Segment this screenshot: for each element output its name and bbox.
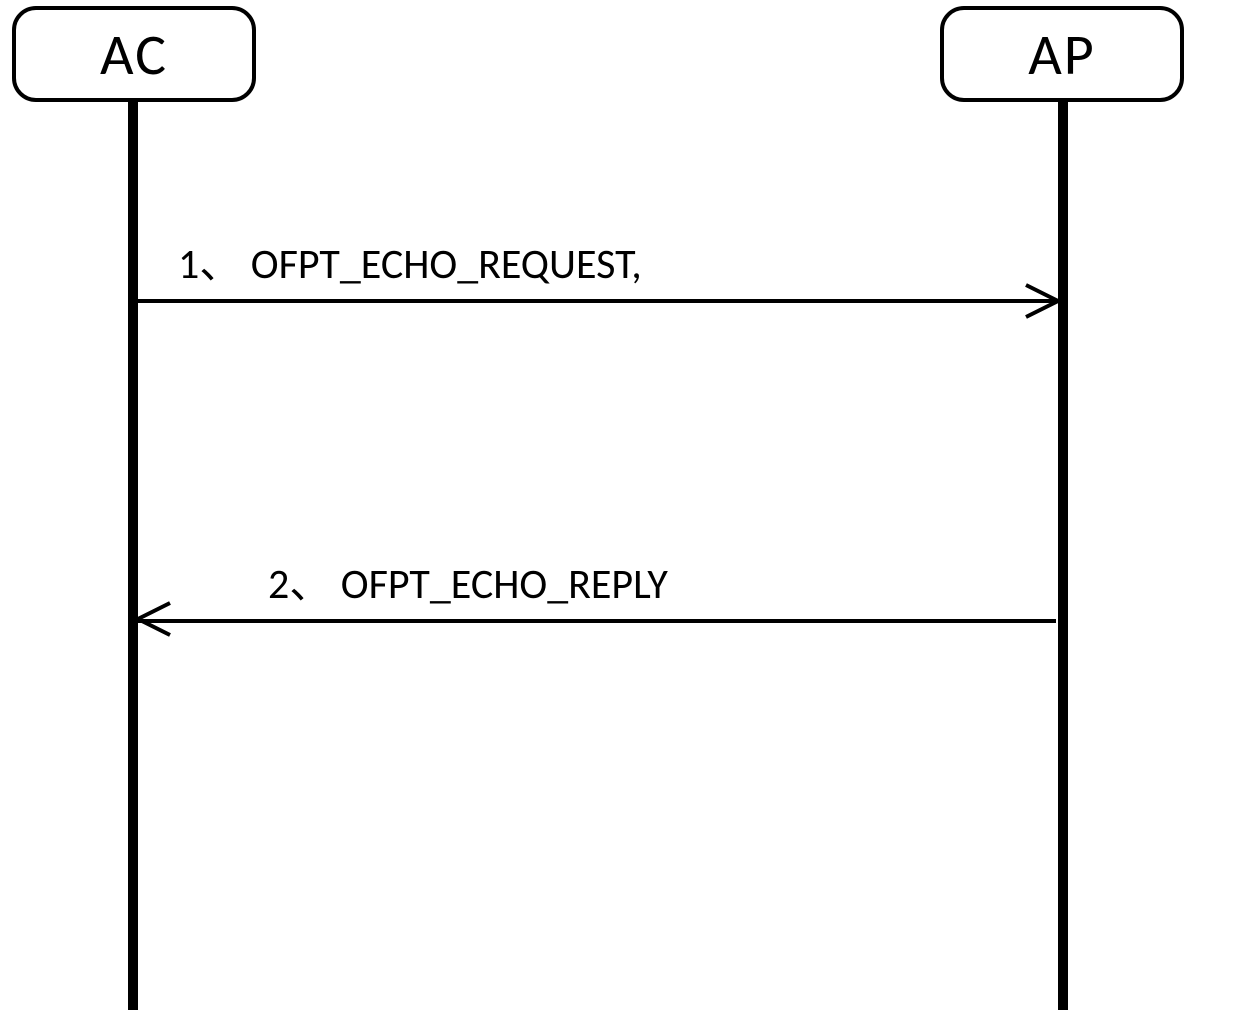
lifeline-ap: [1058, 102, 1068, 1010]
participant-ap-label: AP: [1028, 19, 1096, 90]
message-1-index: 1、: [178, 239, 241, 290]
participant-ac-label: AC: [100, 19, 168, 90]
message-1-label: OFPT_ECHO_REQUEST,: [251, 239, 642, 290]
message-2-label: OFPT_ECHO_REPLY: [341, 559, 668, 610]
arrow-line-1: [138, 299, 1056, 303]
participant-ac: AC: [12, 6, 256, 102]
arrow-line-2: [138, 619, 1056, 623]
message-echo-reply: 2、 OFPT_ECHO_REPLY: [138, 550, 1058, 623]
lifeline-ac: [128, 102, 138, 1010]
participant-ap: AP: [940, 6, 1184, 102]
message-echo-request: 1、 OFPT_ECHO_REQUEST,: [138, 230, 1058, 303]
message-2-index: 2、: [268, 559, 331, 610]
